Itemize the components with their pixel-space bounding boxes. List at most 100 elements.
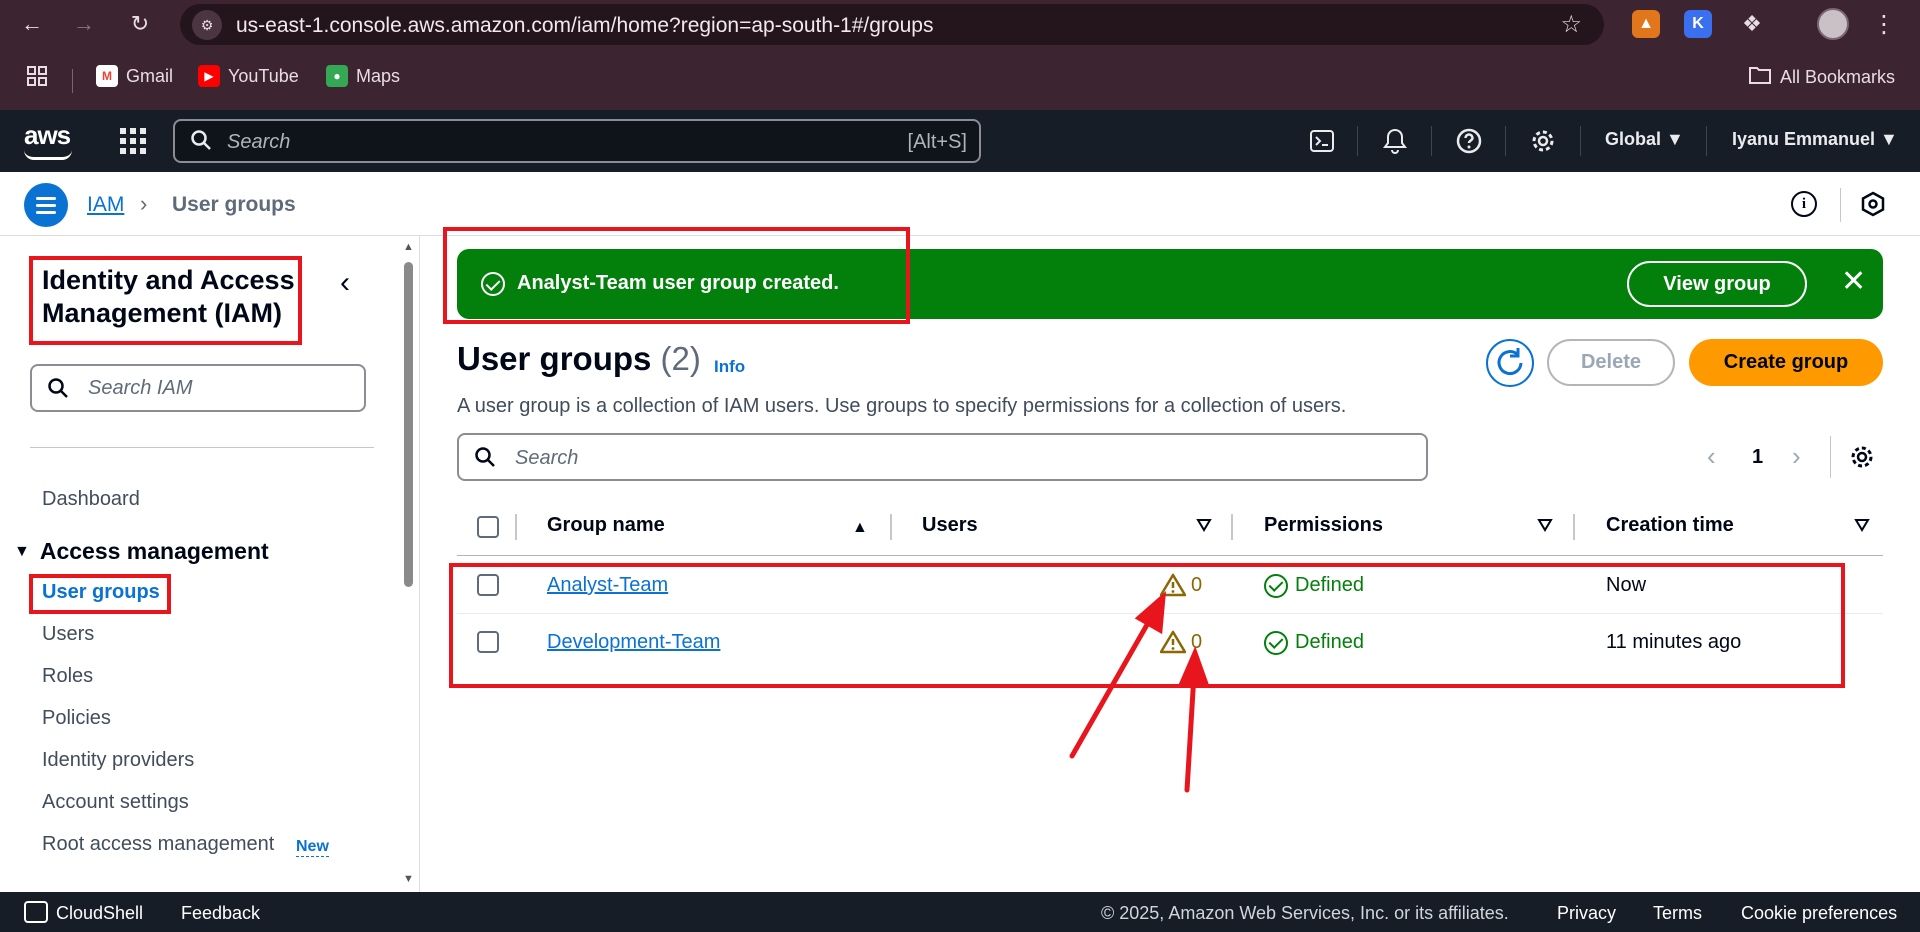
address-bar[interactable]: ⚙ us-east-1.console.aws.amazon.com/iam/h…: [180, 4, 1604, 45]
sidebar: Identity and Access Management (IAM) ‹ S…: [0, 236, 420, 892]
group-name-link[interactable]: Development-Team: [547, 631, 720, 654]
scroll-up-arrow[interactable]: ▲: [403, 241, 414, 253]
bookmarks-divider: [72, 69, 73, 93]
sidebar-item-users[interactable]: Users: [42, 623, 94, 646]
sidebar-search-input[interactable]: Search IAM: [30, 364, 366, 412]
services-menu-icon[interactable]: [120, 128, 146, 154]
info-link[interactable]: Info: [714, 357, 745, 377]
feedback-link[interactable]: Feedback: [181, 903, 260, 924]
sidebar-item-identity-providers[interactable]: Identity providers: [42, 749, 194, 772]
sidebar-scrollbar-thumb[interactable]: [404, 262, 413, 587]
metamask-extension-icon[interactable]: ▲: [1632, 10, 1660, 38]
permissions-status: Defined: [1295, 574, 1364, 596]
select-all-checkbox[interactable]: [477, 516, 499, 538]
gmail-icon: M: [96, 65, 118, 87]
row-checkbox[interactable]: [477, 631, 499, 653]
browser-menu-icon[interactable]: ⋮: [1868, 8, 1900, 40]
menu-toggle-icon[interactable]: [24, 183, 68, 227]
column-header-permissions[interactable]: Permissions: [1264, 514, 1383, 537]
sidebar-item-dashboard[interactable]: Dashboard: [42, 488, 140, 511]
aws-logo[interactable]: aws: [24, 120, 72, 160]
nav-divider: [1431, 126, 1432, 156]
site-info-icon[interactable]: ⚙: [192, 10, 222, 40]
breadcrumb-current: User groups: [172, 193, 296, 216]
privacy-link[interactable]: Privacy: [1557, 903, 1616, 924]
settings-gear-icon[interactable]: [1528, 126, 1558, 156]
apps-grid-icon[interactable]: [26, 65, 48, 87]
table-search-input[interactable]: Search: [457, 433, 1428, 481]
breadcrumb-iam-link[interactable]: IAM: [87, 193, 124, 217]
pagination-next-icon[interactable]: ›: [1792, 441, 1801, 472]
row-checkbox[interactable]: [477, 574, 499, 596]
annotation-arrow: [1184, 671, 1197, 793]
view-group-button[interactable]: View group: [1627, 261, 1807, 307]
cloudshell-icon: [24, 901, 48, 923]
aws-search-input[interactable]: Search [Alt+S]: [173, 119, 981, 163]
url-text[interactable]: us-east-1.console.aws.amazon.com/iam/hom…: [236, 14, 933, 38]
sort-icon[interactable]: [1196, 518, 1212, 532]
permissions-status: Defined: [1295, 631, 1364, 653]
bookmark-gmail[interactable]: M Gmail: [96, 65, 173, 87]
bookmark-youtube[interactable]: ▶ YouTube: [198, 65, 299, 87]
column-divider: [890, 514, 892, 540]
sort-icon[interactable]: [1537, 518, 1553, 532]
all-bookmarks[interactable]: All Bookmarks: [1748, 65, 1895, 90]
column-header-creation-time[interactable]: Creation time: [1606, 514, 1734, 537]
warning-icon: [1160, 573, 1186, 597]
pagination-divider: [1830, 436, 1831, 478]
breadcrumb-bar: IAM › User groups: [0, 172, 1920, 236]
help-icon[interactable]: [1454, 126, 1484, 156]
sidebar-section-access-management[interactable]: ▼ Access management: [14, 538, 269, 565]
sort-ascending-icon[interactable]: ▲: [852, 519, 868, 537]
success-check-icon: [481, 272, 505, 296]
sort-icon[interactable]: [1854, 518, 1870, 532]
back-icon[interactable]: ←: [16, 8, 48, 40]
search-icon: [191, 130, 211, 150]
sidebar-item-root-access-management[interactable]: Root access management: [42, 833, 274, 856]
chevron-left-icon[interactable]: ‹: [340, 266, 350, 300]
bookmark-label: YouTube: [228, 65, 299, 86]
pagination-page-number[interactable]: 1: [1752, 446, 1763, 469]
section-label: Access management: [39, 538, 269, 564]
extensions-puzzle-icon[interactable]: ❖: [1738, 10, 1766, 38]
creation-time: Now: [1606, 574, 1647, 596]
column-header-group-name[interactable]: Group name: [547, 514, 665, 537]
nav-divider: [1706, 126, 1707, 156]
reload-icon[interactable]: ↻: [124, 8, 156, 40]
delete-button[interactable]: Delete: [1547, 339, 1675, 386]
create-group-button[interactable]: Create group: [1689, 339, 1883, 386]
warning-icon: [1160, 630, 1186, 654]
table-preferences-gear-icon[interactable]: [1849, 444, 1875, 470]
sidebar-item-user-groups[interactable]: User groups: [42, 581, 160, 604]
account-menu[interactable]: Iyanu Emmanuel ▼: [1732, 129, 1898, 150]
sidebar-item-policies[interactable]: Policies: [42, 707, 111, 730]
search-shortcut: [Alt+S]: [907, 131, 967, 153]
crumb-divider: [1840, 188, 1841, 222]
terms-link[interactable]: Terms: [1653, 903, 1702, 924]
bookmark-label: Gmail: [126, 65, 174, 86]
bookmark-maps[interactable]: ● Maps: [326, 65, 400, 87]
scroll-down-arrow[interactable]: ▼: [403, 873, 414, 885]
nav-divider: [1505, 126, 1506, 156]
k-extension-icon[interactable]: K: [1684, 10, 1712, 38]
bookmark-star-icon[interactable]: ☆: [1560, 10, 1582, 39]
group-name-link[interactable]: Analyst-Team: [547, 574, 668, 597]
cookie-preferences-link[interactable]: Cookie preferences: [1741, 903, 1897, 924]
success-flash-banner: Analyst-Team user group created. View gr…: [457, 249, 1883, 319]
pagination-prev-icon[interactable]: ‹: [1707, 441, 1716, 472]
region-selector[interactable]: Global ▼: [1605, 129, 1684, 150]
flash-message: Analyst-Team user group created.: [517, 272, 839, 294]
forward-icon[interactable]: →: [68, 8, 100, 40]
notifications-bell-icon[interactable]: [1380, 126, 1410, 156]
cloudshell-icon[interactable]: [1307, 126, 1337, 156]
column-header-users[interactable]: Users: [922, 514, 978, 537]
refresh-button[interactable]: [1486, 339, 1534, 387]
hexagon-settings-icon[interactable]: [1860, 191, 1886, 217]
info-panel-icon[interactable]: i: [1791, 191, 1817, 217]
sidebar-item-account-settings[interactable]: Account settings: [42, 791, 189, 814]
profile-avatar[interactable]: [1817, 8, 1849, 40]
caret-down-icon: ▼: [14, 542, 30, 560]
sidebar-item-roles[interactable]: Roles: [42, 665, 93, 688]
close-icon[interactable]: ✕: [1841, 264, 1866, 299]
nav-divider: [1357, 126, 1358, 156]
